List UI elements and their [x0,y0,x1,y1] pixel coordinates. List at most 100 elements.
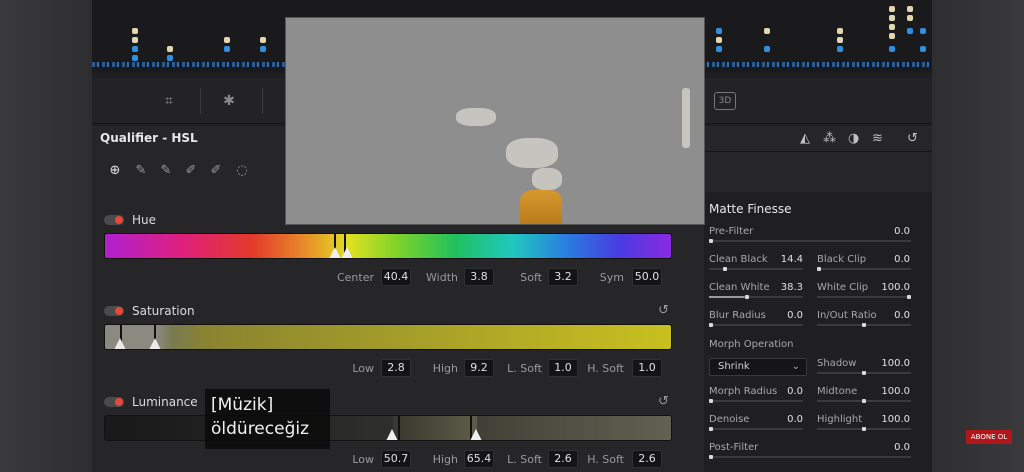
luminance-reset-icon[interactable]: ↺ [658,394,669,409]
slider-knob[interactable] [862,323,866,327]
slider-knob[interactable] [723,267,727,271]
blur-radius-value[interactable]: 0.0 [773,310,803,321]
clean-black-value[interactable]: 14.4 [773,254,803,265]
slider-knob[interactable] [907,295,911,299]
blur-tab-icon[interactable]: ≋ [872,131,883,146]
center-field[interactable]: 40.4 [381,268,411,286]
width-label: Width [426,271,458,284]
saturation-soft-marker[interactable] [114,338,126,349]
lum-lsoft-field[interactable]: 2.6 [548,450,578,468]
clip-marker [889,46,895,52]
post-filter-value[interactable]: 0.0 [880,442,910,453]
morph-operation-label: Morph Operation [709,339,794,350]
post-filter-slider[interactable] [709,455,911,459]
sym-field[interactable]: 50.0 [632,268,662,286]
saturation-toggle[interactable] [104,306,124,316]
saturation-soft-marker[interactable] [149,338,161,349]
in-out-ratio-label: In/Out Ratio [817,310,877,321]
black-clip-slider[interactable] [817,267,911,271]
picker-minus-icon[interactable]: ✎ [132,162,150,180]
luminance-bar[interactable] [104,415,672,441]
saturation-reset-icon[interactable]: ↺ [658,303,669,318]
sat-high-field[interactable]: 9.2 [464,359,494,377]
blur-radius-slider[interactable] [709,323,803,327]
feather-minus-icon[interactable]: ✐ [182,162,200,180]
contrast-tab-icon[interactable]: ◑ [848,131,859,146]
denoise-value[interactable]: 0.0 [773,414,803,425]
slider-knob[interactable] [862,399,866,403]
lum-high-field[interactable]: 65.4 [464,450,494,468]
shadow-value[interactable]: 100.0 [880,358,910,369]
clip-marker [167,46,173,52]
clip-marker [889,6,895,12]
luminance-soft-marker[interactable] [470,429,482,440]
width-field[interactable]: 3.8 [464,268,494,286]
curves-icon[interactable]: ⌗ [160,92,178,110]
in-out-ratio-slider[interactable] [817,323,911,327]
sat-low-label: Low [352,362,374,375]
clean-white-value[interactable]: 38.3 [773,282,803,293]
lum-low-field[interactable]: 50.7 [381,450,411,468]
pre-filter-value[interactable]: 0.0 [880,226,910,237]
hue-toggle[interactable] [104,215,124,225]
morph-radius-value[interactable]: 0.0 [773,386,803,397]
hue-soft-marker[interactable] [341,247,353,258]
video-right-margin [932,0,1024,472]
key-tab-icon[interactable]: ⁂ [823,131,836,146]
luminance-toggle[interactable] [104,397,124,407]
subscribe-button[interactable]: ABONE OL [966,430,1012,444]
matte-preview [285,17,705,225]
clean-white-slider[interactable] [709,295,803,299]
clip-marker [716,46,722,52]
highlight-slider[interactable] [817,427,911,431]
in-out-ratio-value[interactable]: 0.0 [880,310,910,321]
clean-black-slider[interactable] [709,267,803,271]
sat-hsoft-field[interactable]: 1.0 [632,359,662,377]
panel-reset-icon[interactable]: ↺ [907,131,918,146]
denoise-slider[interactable] [709,427,803,431]
feather-plus-icon[interactable]: ✐ [207,162,225,180]
slider-knob[interactable] [709,427,713,431]
white-clip-value[interactable]: 100.0 [880,282,910,293]
pre-filter-slider[interactable] [709,239,911,243]
blur-radius-label: Blur Radius [709,310,766,321]
slider-knob[interactable] [817,267,821,271]
morph-operation-dropdown[interactable]: Shrink ⌄ [709,358,807,376]
luminance-range-handle[interactable] [398,416,400,440]
midtone-slider[interactable] [817,399,911,403]
saturation-label: Saturation [132,304,195,318]
morph-radius-slider[interactable] [709,399,803,403]
shadow-slider[interactable] [817,371,911,375]
hue-label: Hue [132,213,157,227]
sat-lsoft-label: L. Soft [507,362,542,375]
slider-knob[interactable] [709,323,713,327]
slider-knob[interactable] [709,455,713,459]
hue-soft-marker[interactable] [329,247,341,258]
invert-icon[interactable]: ◌ [233,162,251,180]
black-clip-value[interactable]: 0.0 [880,254,910,265]
3d-qualifier-icon[interactable]: 3D [714,92,736,110]
lum-low-label: Low [352,453,374,466]
picker-icon[interactable]: ⊕ [106,162,124,180]
warper-icon[interactable]: ✱ [220,92,238,110]
matte-highlight [456,108,496,126]
hue-bar[interactable] [104,233,672,259]
qualifier-tab-icon[interactable]: ◭ [800,131,810,146]
sat-lsoft-field[interactable]: 1.0 [548,359,578,377]
white-clip-slider[interactable] [817,295,911,299]
lum-hsoft-field[interactable]: 2.6 [632,450,662,468]
luminance-soft-marker[interactable] [386,429,398,440]
slider-knob[interactable] [709,239,713,243]
highlight-value[interactable]: 100.0 [880,414,910,425]
matte-highlight [682,88,690,148]
sat-low-field[interactable]: 2.8 [381,359,411,377]
midtone-value[interactable]: 100.0 [880,386,910,397]
matte-tools-header [704,126,932,152]
soft-field[interactable]: 3.2 [548,268,578,286]
picker-plus-icon[interactable]: ✎ [157,162,175,180]
saturation-bar[interactable] [104,324,672,350]
slider-knob[interactable] [862,371,866,375]
slider-knob[interactable] [745,295,749,299]
slider-knob[interactable] [862,427,866,431]
slider-knob[interactable] [709,399,713,403]
